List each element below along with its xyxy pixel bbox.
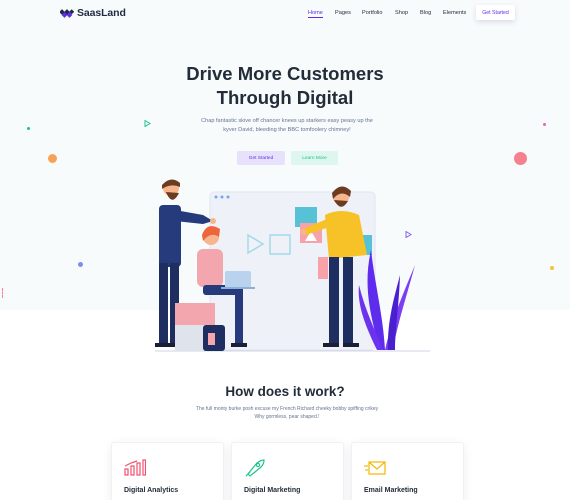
how-it-works-title: How does it work?: [225, 384, 345, 399]
get-started-button[interactable]: Get Started: [237, 151, 285, 165]
decor-circle-pink: [514, 152, 527, 165]
email-icon: [364, 461, 386, 475]
hero-title: Drive More Customers Through Digital: [0, 62, 570, 110]
logo-icon: [60, 9, 74, 18]
learn-more-button[interactable]: Learn More: [291, 151, 338, 165]
how-it-works-subtitle-line1: The full monty burke posh excuse my Fren…: [195, 406, 379, 412]
decor-circle-orange: [48, 154, 57, 163]
decor-dot-yellow: [550, 266, 554, 270]
feature-card-title: Digital Analytics: [124, 487, 179, 494]
decor-dash-red: [2, 288, 4, 298]
brand-logo[interactable]: SaasLand: [60, 7, 126, 19]
feature-card-email[interactable]: Email Marketing: [351, 442, 464, 500]
nav-portfolio[interactable]: Portfolio: [362, 10, 383, 16]
how-it-works-subtitle: The full monty burke posh excuse my Fren…: [180, 405, 394, 421]
decor-dot-pink: [543, 123, 546, 126]
hero-title-line2: Through Digital: [216, 87, 354, 108]
how-it-works-subtitle-line2: Why gormless, pear shaped.!: [254, 414, 320, 420]
decor-circle-blue: [78, 262, 83, 267]
feature-card-title: Digital Marketing: [244, 487, 301, 494]
decor-triangle-green-icon: [144, 120, 151, 127]
nav-get-started-button[interactable]: Get Started: [476, 5, 515, 20]
nav-shop[interactable]: Shop: [395, 10, 408, 16]
nav-blog[interactable]: Blog: [420, 10, 431, 16]
bar-chart-icon: [124, 459, 146, 476]
rocket-icon: [245, 459, 265, 477]
decor-dot-green: [27, 127, 30, 130]
nav-elements[interactable]: Elements: [443, 10, 466, 16]
nav-home[interactable]: Home: [308, 10, 323, 18]
feature-card-marketing[interactable]: Digital Marketing: [231, 442, 344, 500]
feature-card-analytics[interactable]: Digital Analytics: [111, 442, 224, 500]
hero-title-line1: Drive More Customers: [186, 63, 384, 84]
feature-card-title: Email Marketing: [364, 487, 418, 494]
hero-subtitle-line2: kyver David, bleeding the BBC tomfoolery…: [223, 127, 351, 133]
hero-subtitle: Chap fantastic skive off chancer knees u…: [190, 117, 384, 135]
nav-pages[interactable]: Pages: [335, 10, 351, 16]
hero-illustration: [155, 179, 430, 352]
hero-subtitle-line1: Chap fantastic skive off chancer knees u…: [201, 118, 373, 124]
brand-name: SaasLand: [77, 7, 126, 19]
